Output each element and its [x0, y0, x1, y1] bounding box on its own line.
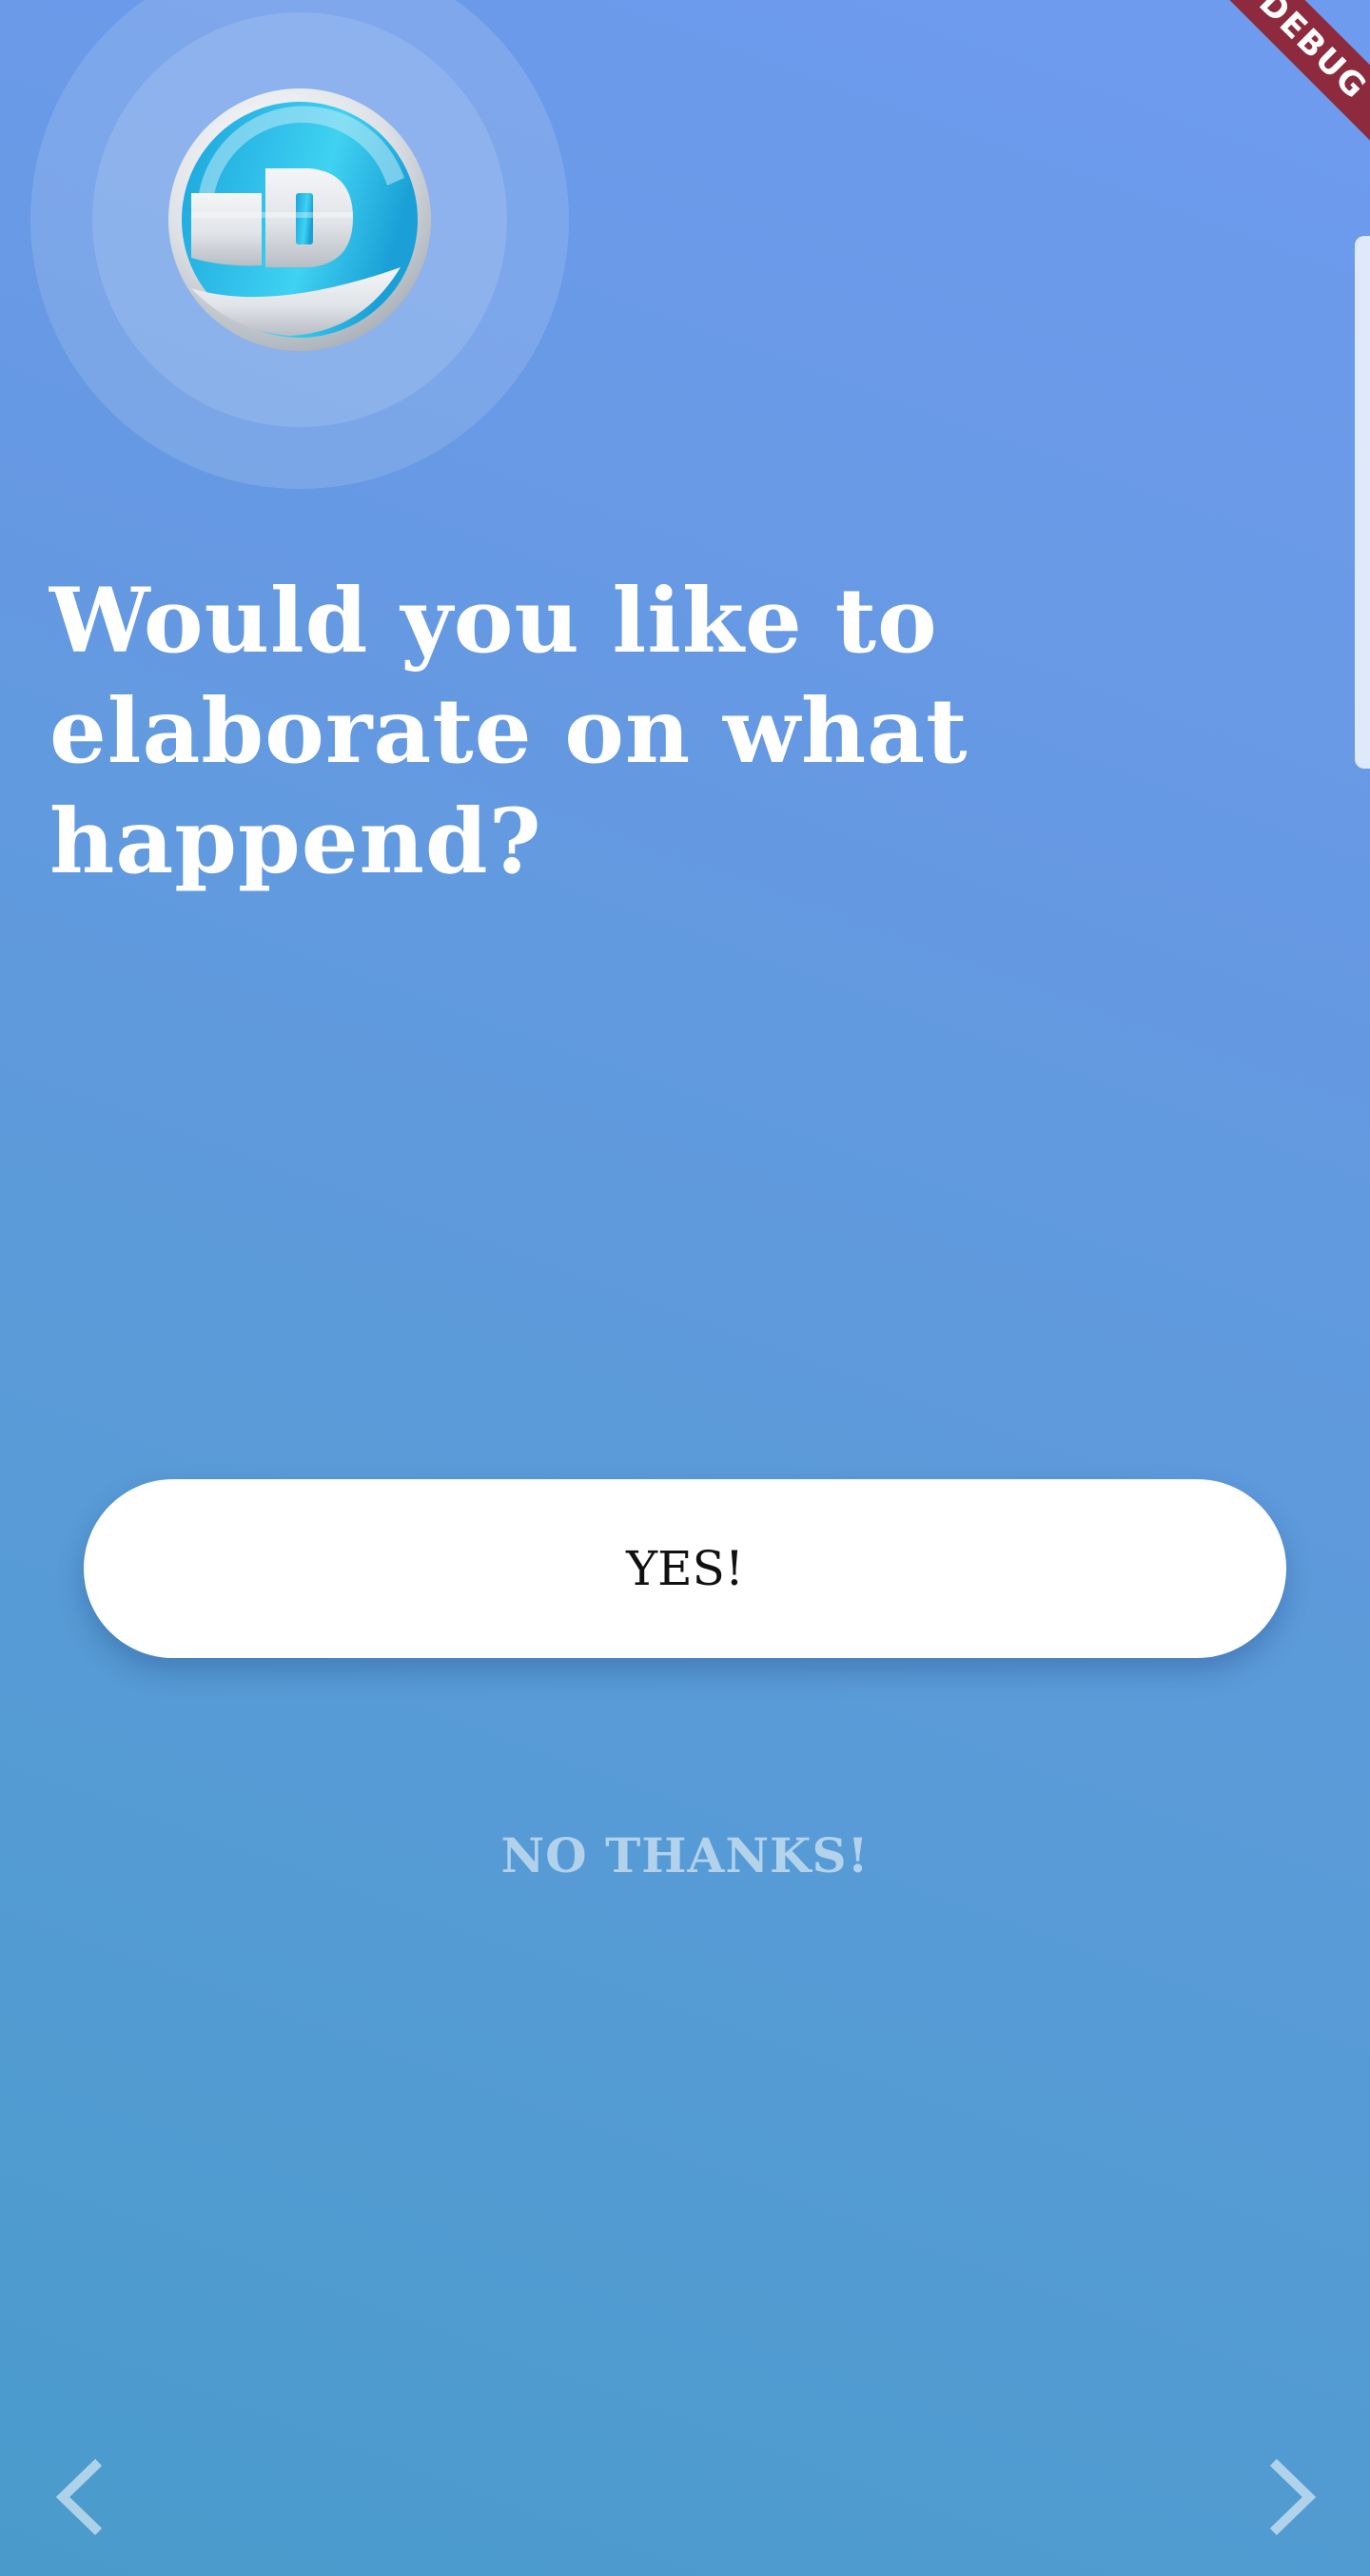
next-button[interactable]	[1246, 2454, 1332, 2540]
chevron-right-icon	[1269, 2458, 1317, 2536]
scrollbar[interactable]	[1355, 236, 1370, 769]
d-letter-logo-icon	[168, 88, 431, 351]
yes-button-label: YES!	[626, 1541, 744, 1596]
yes-button[interactable]: YES!	[84, 1479, 1286, 1658]
no-thanks-label: NO THANKS!	[500, 1826, 870, 1883]
debug-banner: DEBUG	[1180, 0, 1370, 190]
question-title: Would you like to elaborate on what happ…	[49, 569, 969, 894]
app-logo	[166, 87, 433, 353]
chevron-left-icon	[55, 2458, 103, 2536]
previous-button[interactable]	[40, 2454, 126, 2540]
no-thanks-button[interactable]: NO THANKS!	[400, 1812, 970, 1898]
debug-ribbon: DEBUG	[1180, 0, 1370, 180]
